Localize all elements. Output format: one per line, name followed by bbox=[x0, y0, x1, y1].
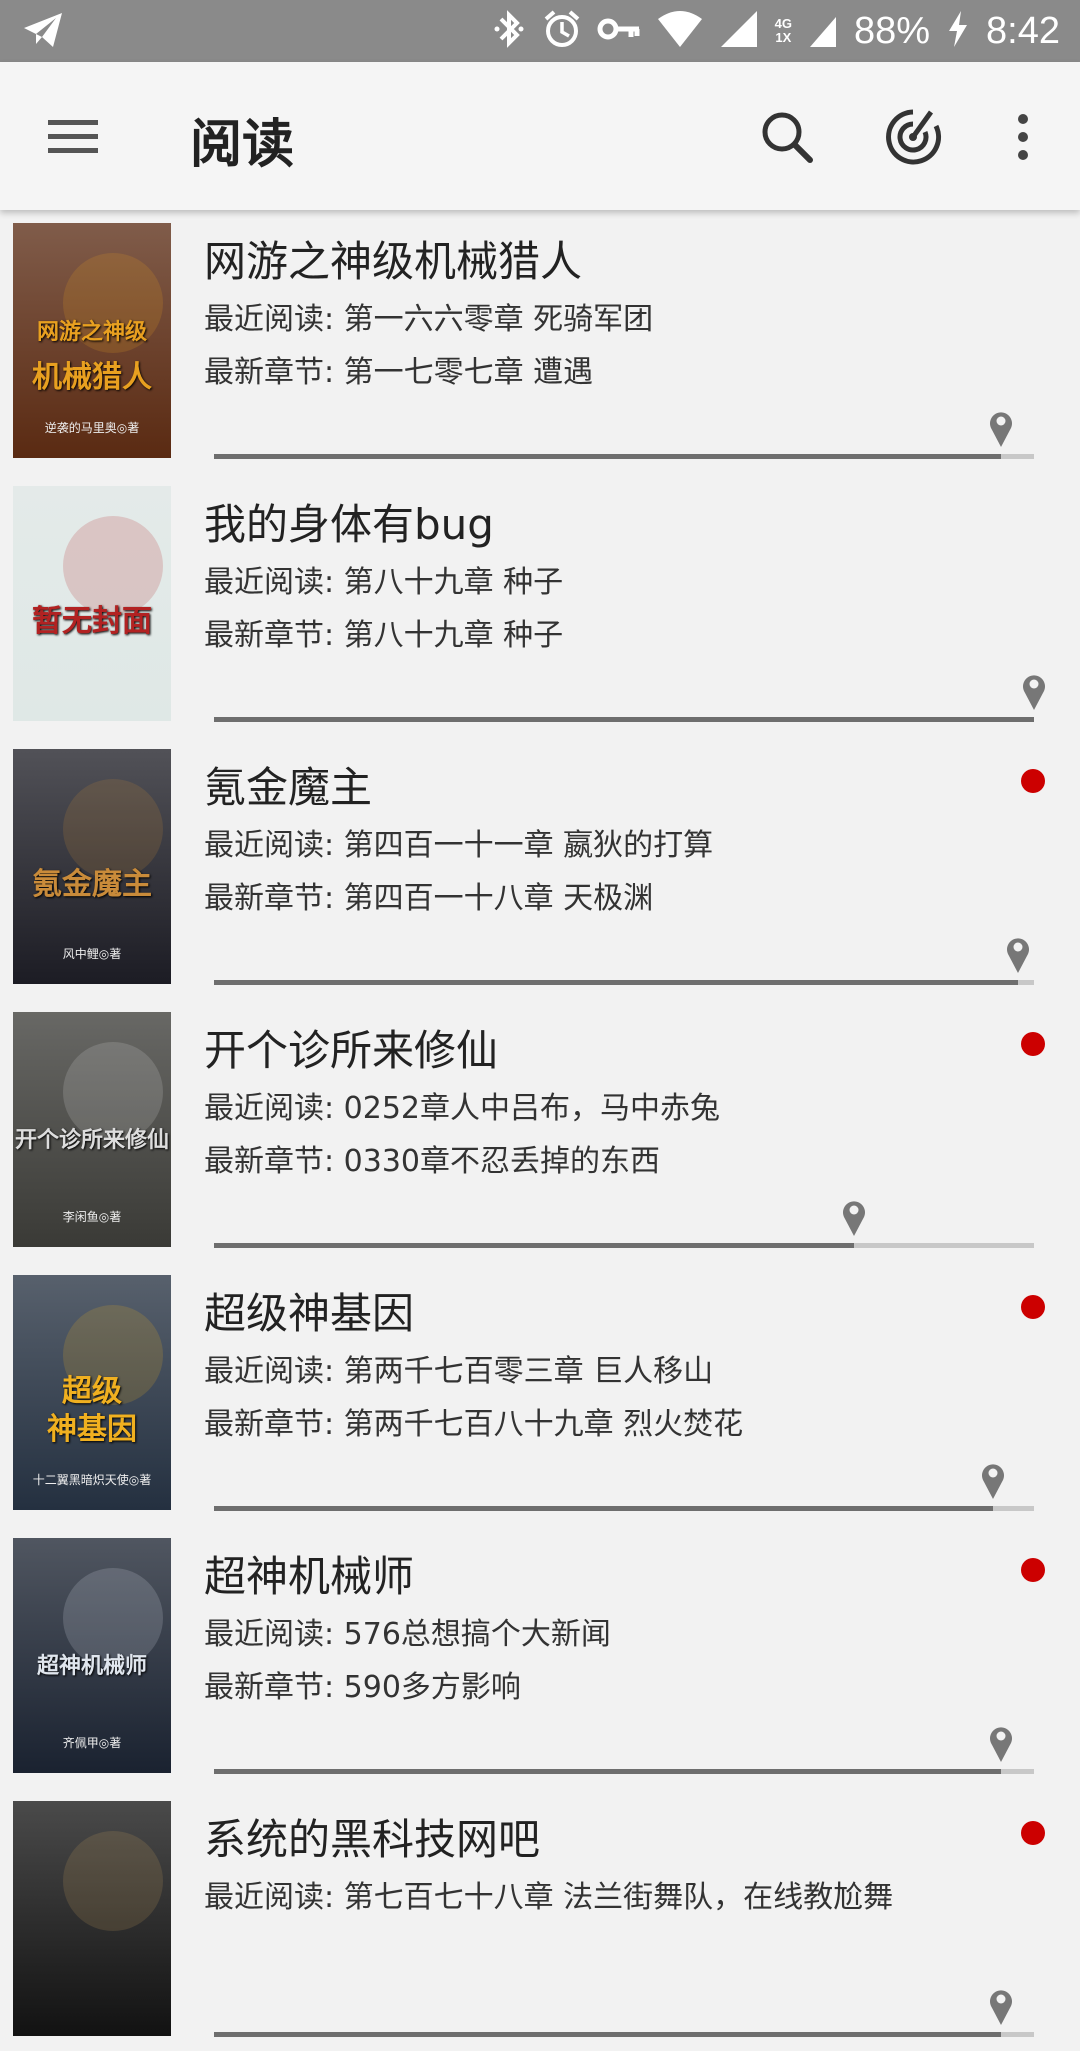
reading-progress-bar bbox=[214, 717, 1034, 722]
recent-chapter: 最近阅读: 第四百一十一章 嬴狄的打算 bbox=[204, 828, 714, 863]
latest-chapter: 最新章节: 0330章不忍丢掉的东西 bbox=[204, 1144, 660, 1179]
book-item[interactable]: 氪金魔主 风中鲤◎著 氪金魔主 最近阅读: 第四百一十一章 嬴狄的打算 最新章节: 第四… bbox=[0, 736, 1080, 999]
search-button[interactable] bbox=[752, 104, 822, 170]
book-item[interactable]: 开个诊所来修仙 李闲鱼◎著 开个诊所来修仙 最近阅读: 0252章人中吕布，马中赤兔最… bbox=[0, 999, 1080, 1262]
more-options-button[interactable] bbox=[1000, 102, 1046, 172]
more-vert-icon bbox=[1018, 114, 1028, 160]
update-dot-icon bbox=[1021, 1032, 1045, 1056]
vpn-key-icon bbox=[597, 9, 641, 53]
reading-progress-bar bbox=[214, 1243, 1034, 1248]
book-cover[interactable]: 暂无封面 bbox=[13, 486, 171, 721]
location-pin-icon bbox=[988, 1986, 1014, 2026]
reading-progress-bar bbox=[214, 454, 1034, 459]
book-title: 氪金魔主 bbox=[204, 763, 373, 812]
location-pin-icon bbox=[980, 1460, 1006, 1500]
update-dot-icon bbox=[1021, 769, 1045, 793]
app-bar: 阅读 bbox=[0, 62, 1080, 210]
cover-title-text: 机械猎人 bbox=[32, 360, 152, 395]
book-cover[interactable]: 超神机械师齐佩甲◎著 bbox=[13, 1538, 171, 1773]
book-title: 网游之神级机械猎人 bbox=[204, 237, 583, 286]
update-dot-icon bbox=[1021, 1821, 1045, 1845]
signal-icon bbox=[719, 9, 759, 53]
location-pin-icon bbox=[1021, 671, 1047, 711]
update-dot-icon bbox=[1021, 1295, 1045, 1319]
location-pin-icon bbox=[988, 408, 1014, 448]
book-title: 开个诊所来修仙 bbox=[204, 1026, 499, 1075]
book-cover[interactable]: 超级 神基因 十二翼黑暗炽天使◎著 bbox=[13, 1275, 171, 1510]
latest-chapter: 最新章节: 第一七零七章 遭遇 bbox=[204, 355, 594, 390]
bookshelf-list: 网游之神级 机械猎人 逆袭的马里奥◎著 网游之神级机械猎人 最近阅读: 第一六六零章 死… bbox=[0, 210, 1080, 2051]
cover-author-text: 风中鲤◎著 bbox=[62, 947, 122, 961]
recent-chapter: 最近阅读: 第八十九章 种子 bbox=[204, 565, 564, 600]
signal-2-icon bbox=[808, 9, 838, 53]
cover-title-text: 神基因 bbox=[47, 1412, 137, 1447]
charging-icon bbox=[946, 9, 970, 53]
recent-chapter: 最近阅读: 第七百七十八章 法兰街舞队，在线教尬舞 bbox=[204, 1880, 894, 1915]
book-title: 我的身体有bug bbox=[204, 500, 494, 549]
cover-author-text: 逆袭的马里奥◎著 bbox=[44, 421, 140, 435]
cover-author-text: 李闲鱼◎著 bbox=[62, 1210, 122, 1224]
reading-progress-bar bbox=[214, 2032, 1034, 2037]
book-title: 超级神基因 bbox=[204, 1289, 415, 1338]
recent-chapter: 最近阅读: 第一六六零章 死骑军团 bbox=[204, 302, 654, 337]
network-type-badge: 4G 1X bbox=[774, 16, 792, 45]
telegram-icon bbox=[22, 10, 64, 54]
book-cover[interactable]: 氪金魔主风中鲤◎著 bbox=[13, 749, 171, 984]
radar-icon bbox=[886, 109, 942, 165]
cover-author-text: 齐佩甲◎著 bbox=[62, 1736, 122, 1750]
page-title: 阅读 bbox=[190, 115, 295, 175]
menu-button[interactable] bbox=[38, 106, 108, 166]
reading-progress-fill bbox=[214, 980, 1018, 985]
alarm-icon bbox=[543, 9, 581, 53]
location-pin-icon bbox=[988, 1723, 1014, 1763]
battery-percent: 88% bbox=[853, 9, 931, 52]
book-cover[interactable]: 网游之神级机械猎人逆袭的马里奥◎著 bbox=[13, 223, 171, 458]
wifi-icon bbox=[657, 9, 703, 53]
reading-progress-fill bbox=[214, 1506, 993, 1511]
book-title: 系统的黑科技网吧 bbox=[204, 1815, 541, 1864]
reading-progress-fill bbox=[214, 454, 1002, 459]
latest-chapter: 最新章节: 590多方影响 bbox=[204, 1670, 521, 1705]
reading-progress-fill bbox=[214, 717, 1034, 722]
latest-chapter: 最新章节: 第四百一十八章 天极渊 bbox=[204, 881, 654, 916]
location-pin-icon bbox=[841, 1197, 867, 1237]
book-cover[interactable] bbox=[13, 1801, 171, 2036]
cover-author-text: 十二翼黑暗炽天使◎著 bbox=[32, 1473, 152, 1487]
update-dot-icon bbox=[1021, 1558, 1045, 1582]
reading-progress-fill bbox=[214, 1769, 1002, 1774]
cover-title-text: 暂无封面 bbox=[32, 604, 152, 639]
book-item[interactable]: 超级 神基因 十二翼黑暗炽天使◎著 超级神基因 最近阅读: 第两千七百零三章 巨人移山最… bbox=[0, 1262, 1080, 1525]
search-icon bbox=[762, 112, 813, 163]
cover-title-text: 超神机械师 bbox=[36, 1653, 147, 1679]
book-title: 超神机械师 bbox=[204, 1552, 415, 1601]
recent-chapter: 最近阅读: 第两千七百零三章 巨人移山 bbox=[204, 1354, 714, 1389]
latest-chapter: 最新章节: 第两千七百八十九章 烈火焚花 bbox=[204, 1407, 744, 1442]
book-item[interactable]: 超神机械师 齐佩甲◎著 超神机械师 最近阅读: 576总想搞个大新闻 最新章节: 590… bbox=[0, 1525, 1080, 1788]
book-item[interactable]: 网游之神级 机械猎人 逆袭的马里奥◎著 网游之神级机械猎人 最近阅读: 第一六六零章 死… bbox=[0, 210, 1080, 473]
menu-icon bbox=[48, 120, 98, 153]
cover-title-text: 氪金魔主 bbox=[32, 867, 152, 902]
clock: 8:42 bbox=[986, 9, 1060, 52]
recent-chapter: 最近阅读: 0252章人中吕布，马中赤兔 bbox=[204, 1091, 720, 1126]
recent-chapter: 最近阅读: 576总想搞个大新闻 bbox=[204, 1617, 611, 1652]
location-pin-icon bbox=[1005, 934, 1031, 974]
cover-title-text: 开个诊所来修仙 bbox=[14, 1127, 169, 1153]
reading-progress-bar bbox=[214, 1769, 1034, 1774]
reading-progress-fill bbox=[214, 2032, 1002, 2037]
reading-progress-bar bbox=[214, 980, 1034, 985]
reading-progress-fill bbox=[214, 1243, 854, 1248]
bluetooth-icon bbox=[493, 9, 527, 53]
radar-button[interactable] bbox=[878, 102, 948, 172]
status-bar: 4G 1X 88% 8:42 bbox=[0, 0, 1080, 62]
reading-progress-bar bbox=[214, 1506, 1034, 1511]
book-item[interactable]: 暂无封面 我的身体有bug 最近阅读: 第八十九章 种子 最新章节: 第八十九章 种子 bbox=[0, 473, 1080, 736]
latest-chapter: 最新章节: 第八十九章 种子 bbox=[204, 618, 564, 653]
cover-title-text: 网游之神级 bbox=[36, 319, 147, 345]
book-cover[interactable]: 开个诊所来修仙李闲鱼◎著 bbox=[13, 1012, 171, 1247]
